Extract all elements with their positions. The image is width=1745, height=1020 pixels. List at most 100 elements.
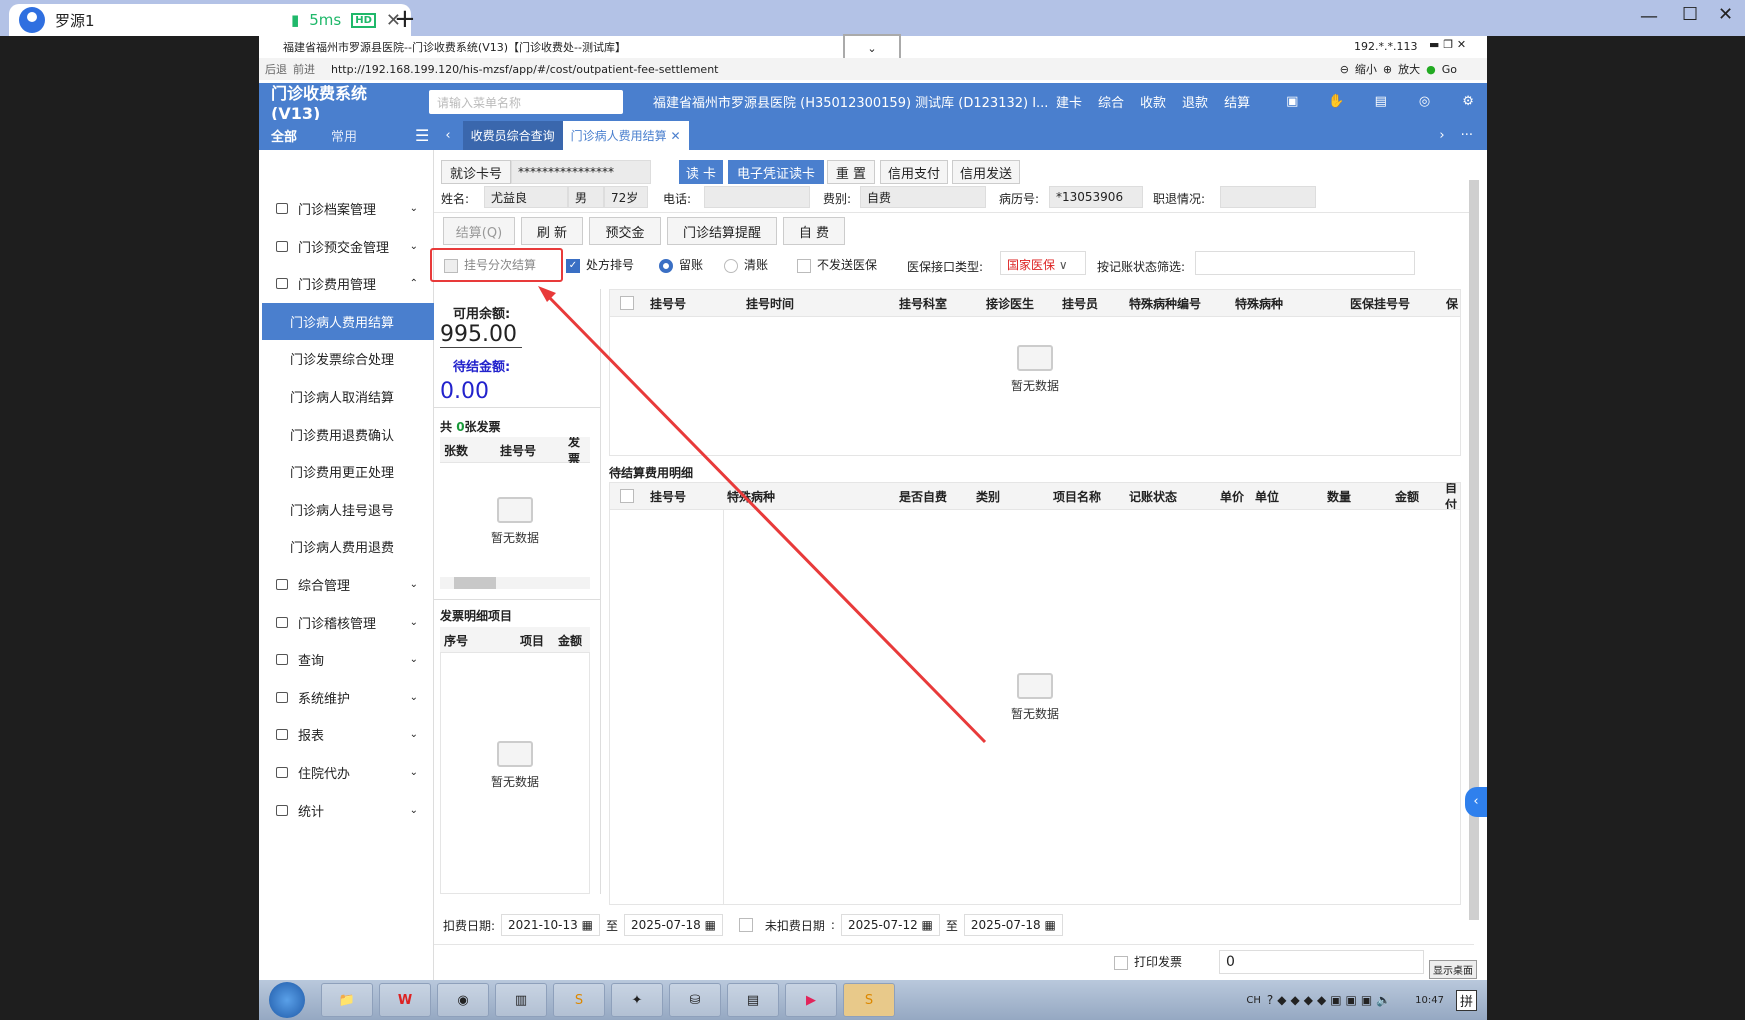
sidebar-item[interactable]: 查询 ⌄: [262, 641, 434, 678]
sidebar-item[interactable]: 统计 ⌄: [262, 792, 434, 829]
window-controls[interactable]: ▬ ❐ ✕: [1429, 38, 1466, 51]
zoom-out-button[interactable]: 缩小: [1355, 61, 1377, 77]
no-send-insurance-checkbox[interactable]: 不发送医保: [797, 256, 877, 273]
undeduct-to-date[interactable]: 2025-07-18 ▦: [963, 914, 1063, 936]
side-expand-button[interactable]: ‹: [1465, 787, 1487, 817]
deduct-from-date[interactable]: 2021-10-13 ▦: [501, 914, 600, 936]
menu-toggle-icon[interactable]: ☰: [415, 126, 429, 145]
pending-amount-value: 0.00: [440, 379, 489, 404]
sidebar-item[interactable]: 综合管理 ⌄: [262, 566, 434, 603]
nav-refund[interactable]: 退款: [1182, 92, 1208, 111]
close-window-icon[interactable]: ✕: [1718, 4, 1733, 25]
more-icon[interactable]: ···: [1461, 128, 1473, 143]
taskbar-his-icon[interactable]: S: [553, 983, 605, 1017]
tabs-left-icon[interactable]: ‹: [445, 128, 450, 143]
col-doctor: 接诊医生: [986, 296, 1035, 311]
close-tab-icon[interactable]: ✕: [670, 129, 680, 143]
maximize-icon[interactable]: ☐: [1682, 4, 1698, 25]
select-all-checkbox[interactable]: [620, 296, 634, 310]
prepay-button[interactable]: 预交金: [589, 217, 661, 245]
settle-remind-button[interactable]: 门诊结算提醒: [667, 217, 777, 245]
nav-collect[interactable]: 收款: [1140, 92, 1166, 111]
self-pay-button[interactable]: 自 费: [783, 217, 845, 245]
select-all-checkbox[interactable]: [620, 489, 634, 503]
taskbar-app-icon[interactable]: ▥: [495, 983, 547, 1017]
invoice-number-input[interactable]: 0: [1219, 950, 1424, 974]
language-indicator[interactable]: CH: [1246, 995, 1261, 1006]
lock-icon[interactable]: ◎: [1419, 94, 1430, 109]
credit-pay-button[interactable]: 信用支付: [880, 160, 948, 184]
taskbar-video-icon[interactable]: ▶: [785, 983, 837, 1017]
settle-button[interactable]: 结算(Q): [443, 217, 515, 245]
reset-button[interactable]: 重 置: [827, 160, 875, 184]
phone-field[interactable]: [704, 186, 810, 208]
sidebar-item[interactable]: 门诊病人挂号退号: [262, 491, 434, 528]
url-field[interactable]: http://192.168.199.120/his-mzsf/app/#/co…: [331, 63, 719, 76]
go-icon[interactable]: ●: [1426, 63, 1436, 76]
sidebar-item[interactable]: 门诊费用更正处理: [262, 453, 434, 490]
taskbar-folder-icon[interactable]: 📁: [321, 983, 373, 1017]
sidebar-item[interactable]: 门诊档案管理 ⌄: [262, 190, 434, 227]
ime-indicator[interactable]: 拼: [1455, 989, 1477, 1011]
show-desktop-tooltip: 显示桌面: [1429, 960, 1477, 979]
page-tab-cashier-query[interactable]: 收费员综合查询: [462, 120, 563, 150]
undeduct-from-date[interactable]: 2025-07-12 ▦: [840, 914, 940, 936]
page-tab-settlement[interactable]: 门诊病人费用结算 ✕: [562, 120, 689, 150]
back-button[interactable]: 后退: [265, 61, 287, 77]
start-button[interactable]: [269, 982, 305, 1018]
print-invoice-checkbox[interactable]: 打印发票: [1114, 953, 1182, 970]
read-card-button[interactable]: 读 卡: [679, 160, 723, 184]
invoice-horizontal-scrollbar[interactable]: [440, 577, 590, 589]
menu-search-input[interactable]: 请输入菜单名称: [429, 89, 623, 114]
print-icon[interactable]: ▤: [1375, 94, 1387, 109]
card-number-input[interactable]: ****************: [511, 160, 651, 184]
sidebar-item[interactable]: 报表 ⌄: [262, 716, 434, 753]
zoom-in-icon[interactable]: ⊕: [1383, 63, 1392, 76]
new-tab-button[interactable]: +: [394, 4, 416, 34]
refresh-button[interactable]: 刷 新: [521, 217, 583, 245]
rx-sort-checkbox[interactable]: ✓ 处方排号: [566, 256, 634, 273]
clear-account-radio[interactable]: 清账: [724, 256, 768, 273]
taskbar-notepad-icon[interactable]: ▤: [727, 983, 779, 1017]
sidebar-item[interactable]: 门诊稽核管理 ⌄: [262, 604, 434, 641]
status-filter-input[interactable]: [1195, 251, 1415, 275]
keep-account-radio[interactable]: 留账: [659, 256, 703, 273]
tabs-right-icon[interactable]: ›: [1439, 128, 1444, 143]
tab-all[interactable]: 全部: [271, 126, 297, 145]
credit-send-button[interactable]: 信用发送: [952, 160, 1020, 184]
sidebar-item[interactable]: 门诊预交金管理 ⌄: [262, 228, 434, 265]
e-voucher-read-button[interactable]: 电子凭证读卡: [728, 160, 824, 184]
sidebar-item[interactable]: 系统维护 ⌄: [262, 679, 434, 716]
sidebar-item[interactable]: 门诊费用退费确认: [262, 416, 434, 453]
invoice-prefix: 共: [440, 420, 457, 434]
gear-icon[interactable]: ⚙: [1462, 94, 1474, 109]
taskbar-db-icon[interactable]: ⛁: [669, 983, 721, 1017]
minimize-icon[interactable]: —: [1640, 6, 1658, 27]
sidebar-item[interactable]: 门诊病人费用结算: [262, 302, 434, 340]
interface-type-select[interactable]: 国家医保 ∨: [1000, 251, 1086, 275]
clock[interactable]: 10:47: [1415, 995, 1444, 1006]
taskbar-his-active-icon[interactable]: S: [843, 983, 895, 1017]
hand-icon[interactable]: ✋: [1328, 94, 1344, 109]
sidebar-item[interactable]: 住院代办 ⌄: [262, 754, 434, 791]
sidebar-item[interactable]: 门诊发票综合处理: [262, 340, 434, 377]
card-icon[interactable]: ▣: [1286, 94, 1298, 109]
deduct-to-date[interactable]: 2025-07-18 ▦: [623, 914, 723, 936]
nav-general[interactable]: 综合: [1098, 92, 1124, 111]
forward-button[interactable]: 前进: [293, 61, 315, 77]
zoom-in-button[interactable]: 放大: [1398, 61, 1420, 77]
taskbar-chrome-icon[interactable]: ◉: [437, 983, 489, 1017]
undeduct-checkbox[interactable]: [738, 918, 753, 932]
taskbar-wps-icon[interactable]: W: [379, 983, 431, 1017]
zoom-out-icon[interactable]: ⊖: [1340, 63, 1349, 76]
sidebar-item[interactable]: 门诊病人费用退费: [262, 528, 434, 565]
taskbar-compass-icon[interactable]: ✦: [611, 983, 663, 1017]
browser-tab[interactable]: 罗源1 ▮ 5ms HD ✕: [9, 4, 411, 36]
nav-settle[interactable]: 结算: [1224, 92, 1250, 111]
tray-icons[interactable]: ?◆◆◆◆▣▣▣🔊: [1267, 993, 1395, 1007]
sidebar-item[interactable]: 门诊费用管理 ⌃: [262, 265, 434, 302]
nav-create-card[interactable]: 建卡: [1056, 92, 1082, 111]
sidebar-item[interactable]: 门诊病人取消结算: [262, 378, 434, 415]
tab-common[interactable]: 常用: [331, 126, 357, 145]
go-button[interactable]: Go: [1442, 63, 1457, 76]
